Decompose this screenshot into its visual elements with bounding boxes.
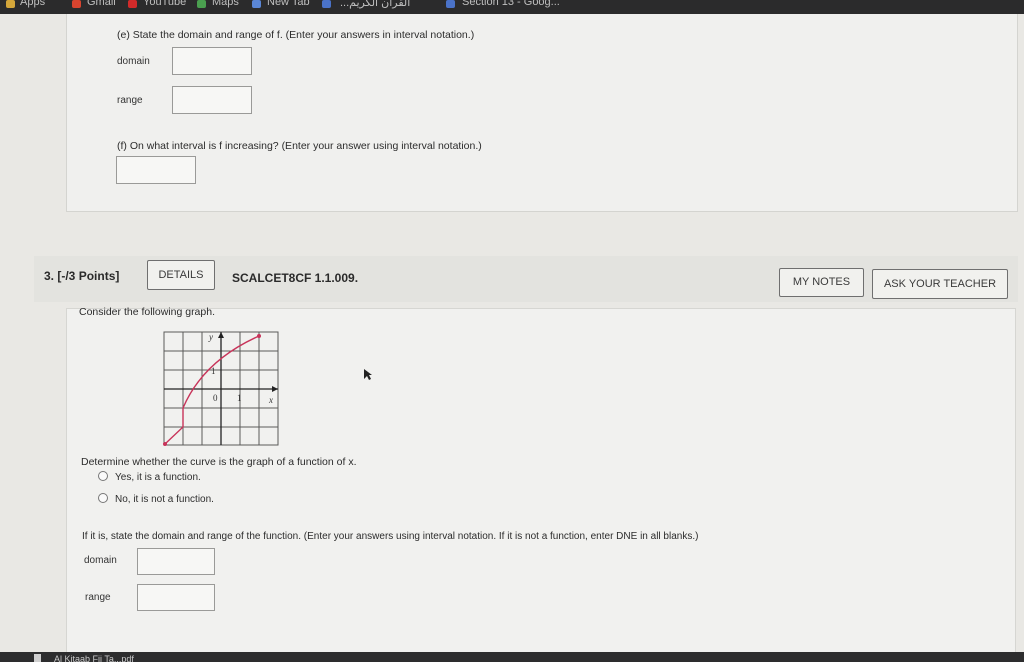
q3-range-label: range (85, 592, 111, 603)
y-tick-label: 1 (211, 366, 216, 376)
bookmark-new-tab[interactable]: New Tab (267, 0, 310, 8)
bookmarks-bar: Apps Gmail YouTube Maps New Tab ...القرآ… (0, 0, 1024, 14)
downloads-bar: Al Kitaab Fii Ta...pdf (0, 652, 1024, 662)
apps-grid-icon[interactable] (6, 0, 15, 8)
part-e-domain-input[interactable] (172, 47, 252, 75)
ask-your-teacher-button[interactable]: ASK YOUR TEACHER (872, 269, 1008, 299)
radio-icon[interactable] (98, 471, 108, 481)
details-button[interactable]: DETAILS (147, 260, 215, 290)
origin-label: 0 (213, 393, 218, 403)
question-3-code: SCALCET8CF 1.1.009. (232, 271, 359, 285)
question-3-points: 3. [-/3 Points] (44, 269, 120, 283)
radio-option-yes[interactable]: Yes, it is a function. (98, 471, 201, 483)
if-it-is-instructions: If it is, state the domain and range of … (82, 531, 699, 542)
bookmark-icon[interactable] (322, 0, 331, 8)
my-notes-button[interactable]: MY NOTES (779, 268, 864, 297)
part-f-question: (f) On what interval is f increasing? (E… (117, 140, 482, 152)
q3-range-input[interactable] (137, 584, 215, 611)
question-3-header: 3. [-/3 Points] DETAILS SCALCET8CF 1.1.0… (34, 256, 1018, 302)
function-curve (164, 335, 260, 445)
bookmark-youtube[interactable]: YouTube (143, 0, 186, 8)
part-e-domain-label: domain (117, 56, 150, 67)
pdf-file-icon (34, 654, 41, 662)
bookmark-apps[interactable]: Apps (20, 0, 45, 8)
bookmark-gmail[interactable]: Gmail (87, 0, 116, 8)
determine-text: Determine whether the curve is the graph… (81, 456, 357, 468)
x-axis-arrow (272, 386, 278, 392)
curve-endpoint-right (257, 334, 261, 338)
bookmark-section-13[interactable]: Section 13 - Goog... (462, 0, 560, 8)
bookmark-icon[interactable] (446, 0, 455, 8)
curve-endpoint-left (163, 442, 167, 446)
y-axis-arrow (218, 332, 224, 338)
maps-icon[interactable] (197, 0, 206, 8)
youtube-icon[interactable] (128, 0, 137, 8)
q3-domain-input[interactable] (137, 548, 215, 575)
radio-option-no[interactable]: No, it is not a function. (98, 493, 214, 505)
part-e-range-label: range (117, 95, 143, 106)
new-tab-icon[interactable] (252, 0, 261, 8)
part-e-range-input[interactable] (172, 86, 252, 114)
radio-icon[interactable] (98, 493, 108, 503)
mouse-cursor-icon (364, 369, 372, 380)
y-axis-label: y (208, 332, 213, 342)
part-f-answer-input[interactable] (116, 156, 196, 184)
bookmark-quran[interactable]: ...القرآن الكريم (340, 0, 410, 9)
gmail-icon[interactable] (72, 0, 81, 8)
download-item-label[interactable]: Al Kitaab Fii Ta...pdf (54, 654, 134, 662)
x-axis-label: x (268, 395, 273, 405)
bookmark-maps[interactable]: Maps (212, 0, 239, 8)
function-graph: y 1 0 1 x (163, 331, 279, 446)
question-3-prompt: Consider the following graph. (79, 306, 215, 318)
x-tick-label: 1 (237, 393, 242, 403)
q3-domain-label: domain (84, 555, 117, 566)
part-e-question: (e) State the domain and range of f. (En… (117, 29, 475, 41)
